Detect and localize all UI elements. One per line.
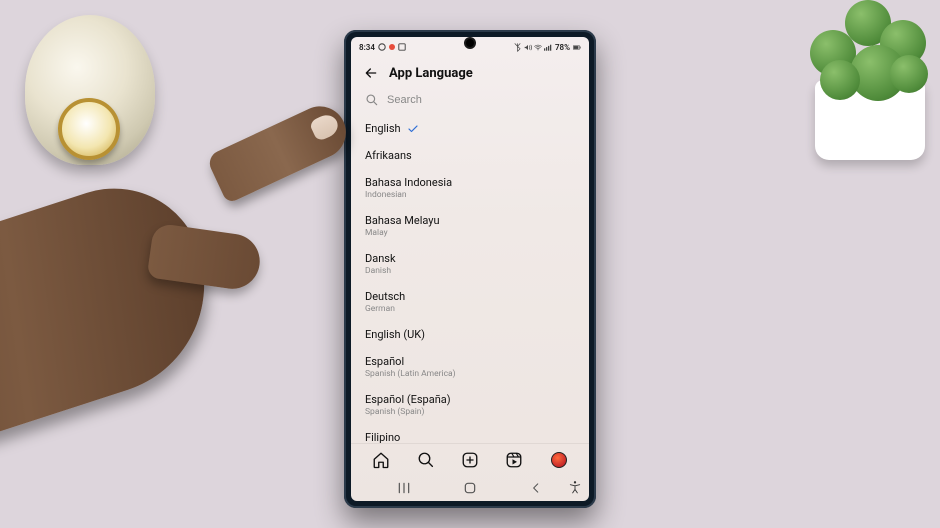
home-icon — [372, 451, 390, 469]
sys-back-button[interactable] — [525, 477, 547, 499]
language-name: Español — [365, 355, 575, 368]
language-item[interactable]: DeutschGerman — [365, 283, 575, 321]
nav-home-button[interactable] — [372, 451, 390, 469]
nav-create-button[interactable] — [461, 451, 479, 469]
search-icon — [417, 451, 435, 469]
wifi-icon — [534, 43, 542, 51]
back-button[interactable] — [363, 65, 379, 81]
language-name: Dansk — [365, 252, 575, 265]
signal-icon — [544, 43, 552, 51]
language-subtitle: Danish — [365, 266, 575, 276]
home-circle-icon — [462, 480, 478, 496]
system-nav-bar — [351, 475, 589, 501]
language-item[interactable]: Bahasa MelayuMalay — [365, 207, 575, 245]
language-subtitle: Malay — [365, 228, 575, 238]
human-hand — [0, 120, 370, 450]
battery-icon — [573, 43, 581, 51]
avatar-icon — [551, 452, 567, 468]
status-left-icons — [378, 43, 406, 51]
desk-object-clock — [58, 98, 120, 160]
language-item[interactable]: Afrikaans — [365, 142, 575, 169]
status-indicator-icon — [388, 43, 396, 51]
language-item[interactable]: English (UK) — [365, 321, 575, 348]
check-icon — [407, 123, 419, 135]
nav-search-button[interactable] — [417, 451, 435, 469]
language-subtitle: Spanish (Latin America) — [365, 369, 575, 379]
language-subtitle: Spanish (Spain) — [365, 407, 575, 417]
accessibility-button[interactable] — [567, 479, 583, 495]
language-name: Bahasa Melayu — [365, 214, 575, 227]
language-item[interactable]: EspañolSpanish (Latin America) — [365, 348, 575, 386]
language-name: English (UK) — [365, 328, 575, 341]
chevron-left-icon — [529, 481, 543, 495]
language-list[interactable]: English Afrikaans Bahasa IndonesiaIndonesi… — [351, 115, 589, 443]
front-camera — [466, 39, 474, 47]
language-name: English — [365, 122, 575, 135]
language-item[interactable]: Español (España)Spanish (Spain) — [365, 386, 575, 424]
language-name: Español (España) — [365, 393, 575, 406]
search-row[interactable] — [351, 87, 589, 115]
language-name: Afrikaans — [365, 149, 575, 162]
language-subtitle: German — [365, 304, 575, 314]
phone-screen: 8:34 — [351, 37, 589, 501]
language-name: Bahasa Indonesia — [365, 176, 575, 189]
language-name: Deutsch — [365, 290, 575, 303]
language-subtitle: Indonesian — [365, 190, 575, 200]
search-icon — [365, 93, 379, 107]
accessibility-icon — [568, 480, 582, 494]
desk-object-plant — [790, 0, 940, 160]
language-item[interactable]: English — [365, 115, 575, 142]
search-input[interactable] — [387, 94, 575, 106]
phone-frame: 8:34 — [344, 30, 596, 508]
sys-home-button[interactable] — [459, 477, 481, 499]
reels-icon — [505, 451, 523, 469]
language-item[interactable]: Bahasa IndonesiaIndonesian — [365, 169, 575, 207]
plus-square-icon — [461, 451, 479, 469]
language-item[interactable]: Filipino — [365, 424, 575, 443]
nav-profile-button[interactable] — [550, 451, 568, 469]
nav-reels-button[interactable] — [505, 451, 523, 469]
sys-recents-button[interactable] — [393, 477, 415, 499]
bluetooth-icon — [514, 43, 522, 51]
recents-icon — [396, 480, 412, 496]
page-title: App Language — [389, 66, 473, 81]
language-item[interactable]: DanskDanish — [365, 245, 575, 283]
app-header: App Language — [351, 57, 589, 87]
status-battery-text: 78% — [555, 43, 570, 52]
arrow-left-icon — [363, 65, 379, 81]
status-time: 8:34 — [359, 43, 375, 52]
volume-icon — [524, 43, 532, 51]
status-right-icons — [514, 43, 552, 51]
status-more-icon — [398, 43, 406, 51]
app-bottom-nav — [351, 443, 589, 475]
status-app-icon — [378, 43, 386, 51]
language-name: Filipino — [365, 431, 575, 443]
